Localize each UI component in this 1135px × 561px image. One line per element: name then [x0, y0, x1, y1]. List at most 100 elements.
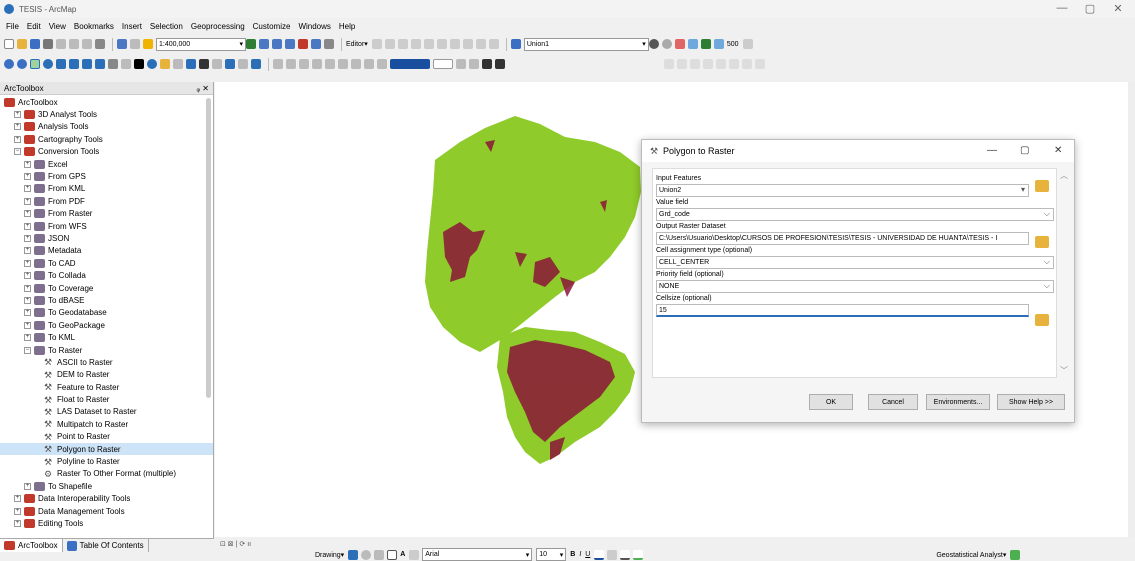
- full-extent-icon[interactable]: [43, 59, 53, 69]
- zoom-out-icon[interactable]: [17, 59, 27, 69]
- fixed-zoom-out-icon[interactable]: [69, 59, 79, 69]
- toolbox-tree-item[interactable]: + To KML: [0, 331, 213, 343]
- output-raster-field[interactable]: C:\Users\Usuario\Desktop\CURSOS DE PROFE…: [656, 232, 1029, 245]
- italic-button[interactable]: I: [579, 551, 581, 558]
- redo-icon[interactable]: [130, 39, 140, 49]
- toolbox-tree-item[interactable]: + To Geodatabase: [0, 307, 213, 319]
- expand-icon[interactable]: +: [14, 123, 21, 131]
- folder-open-icon[interactable]: [1035, 180, 1049, 192]
- find-icon[interactable]: [199, 59, 209, 69]
- georef-tool-5-icon[interactable]: [325, 59, 335, 69]
- close-button[interactable]: ✕: [1104, 2, 1132, 15]
- geostat-icon[interactable]: [1010, 549, 1021, 560]
- chevron-down-icon[interactable]: ⌵: [1044, 281, 1050, 291]
- expand-icon[interactable]: +: [24, 259, 31, 267]
- toolbox-tree-item[interactable]: + From Raster: [0, 208, 213, 220]
- toolbox-tree-item[interactable]: + Editing Tools: [0, 517, 213, 529]
- priority-field-select[interactable]: NONE ⌵: [656, 280, 1054, 293]
- marker-color-icon[interactable]: [633, 549, 644, 560]
- georef-tool-8-icon[interactable]: [364, 59, 374, 69]
- toolbox-tree-item[interactable]: + To dBASE: [0, 294, 213, 306]
- menu-file[interactable]: File: [6, 22, 19, 31]
- toolbox-tree-item[interactable]: ⚒ Multipatch to Raster: [0, 418, 213, 430]
- cancel-button[interactable]: Cancel: [868, 394, 918, 410]
- menu-bookmarks[interactable]: Bookmarks: [74, 22, 114, 31]
- expand-icon[interactable]: +: [24, 321, 31, 329]
- expand-icon[interactable]: +: [24, 173, 31, 181]
- toolbox-tree-item[interactable]: + From KML: [0, 183, 213, 195]
- menu-customize[interactable]: Customize: [253, 22, 291, 31]
- underline-button[interactable]: U: [585, 551, 590, 558]
- table-icon[interactable]: [259, 39, 269, 49]
- split-tool-icon[interactable]: [436, 39, 447, 49]
- effects-icon[interactable]: [713, 39, 724, 49]
- input-features-field[interactable]: Union2 ▾: [656, 184, 1029, 197]
- expand-icon[interactable]: +: [14, 111, 21, 119]
- expand-icon[interactable]: +: [24, 234, 31, 242]
- environments-button[interactable]: Environments...: [926, 394, 990, 410]
- print-icon[interactable]: [43, 39, 53, 49]
- fixed-zoom-in-icon[interactable]: [56, 59, 66, 69]
- toolbox-tree-item[interactable]: − To Raster: [0, 344, 213, 356]
- pin-close-icon[interactable]: ᵩ ✕: [197, 84, 209, 93]
- expand-icon[interactable]: +: [24, 197, 31, 205]
- dialog-close-button[interactable]: ✕: [1054, 145, 1062, 156]
- toolbox-tree-item[interactable]: ⚙ Raster To Other Format (multiple): [0, 468, 213, 480]
- viewer-icon[interactable]: [251, 59, 261, 69]
- rotate-icon[interactable]: [361, 549, 372, 560]
- toolbox-tree-item[interactable]: ⚒ Feature to Raster: [0, 381, 213, 393]
- rectangle-icon[interactable]: [387, 549, 398, 560]
- georef-tool-3-icon[interactable]: [299, 59, 309, 69]
- scroll-up-icon[interactable]: ︿: [1060, 170, 1068, 181]
- georef-tool-9-icon[interactable]: [377, 59, 387, 69]
- editor-toolbar-icon[interactable]: [246, 39, 256, 49]
- create-features-icon[interactable]: [488, 39, 499, 49]
- topology-tool-5-icon[interactable]: [716, 59, 726, 69]
- draw-tool-icon[interactable]: [456, 59, 466, 69]
- toolbox-tree-item[interactable]: + Metadata: [0, 245, 213, 257]
- tab-arctoolbox[interactable]: ArcToolbox: [0, 539, 63, 552]
- straight-segment-icon[interactable]: [397, 39, 408, 49]
- toolbox-tree-item[interactable]: + From PDF: [0, 195, 213, 207]
- expand-icon[interactable]: +: [24, 185, 31, 193]
- cellsize-input[interactable]: 15: [656, 304, 1029, 317]
- delete-icon[interactable]: [95, 39, 105, 49]
- georef-tool-2-icon[interactable]: [286, 59, 296, 69]
- paste-icon[interactable]: [82, 39, 92, 49]
- toolbox-tree-item[interactable]: + To CAD: [0, 257, 213, 269]
- html-popup-icon[interactable]: [173, 59, 183, 69]
- expand-icon[interactable]: +: [24, 247, 31, 255]
- menu-geoprocessing[interactable]: Geoprocessing: [191, 22, 245, 31]
- undo-icon[interactable]: [117, 39, 127, 49]
- select-elements-icon[interactable]: [348, 549, 359, 560]
- map-status-text[interactable]: ⊡ ⊠ | ⟳ ıı: [220, 540, 251, 548]
- menu-edit[interactable]: Edit: [27, 22, 41, 31]
- open-icon[interactable]: [17, 39, 27, 49]
- topology-tool-8-icon[interactable]: [755, 59, 765, 69]
- topology-tool-4-icon[interactable]: [703, 59, 713, 69]
- python-icon[interactable]: [311, 39, 321, 49]
- map-vertical-scrollbar[interactable]: [1128, 82, 1135, 537]
- expand-icon[interactable]: +: [24, 272, 31, 280]
- collapse-icon[interactable]: −: [14, 148, 21, 156]
- add-data-icon[interactable]: [143, 39, 153, 49]
- topology-tool-3-icon[interactable]: [690, 59, 700, 69]
- toolbox-tree-item[interactable]: + Data Interoperability Tools: [0, 493, 213, 505]
- pan-icon[interactable]: [30, 59, 40, 69]
- clear-selection-icon[interactable]: [121, 59, 131, 69]
- maximize-button[interactable]: ▢: [1076, 2, 1104, 15]
- menu-windows[interactable]: Windows: [298, 22, 330, 31]
- chevron-down-icon[interactable]: ▾: [1021, 185, 1025, 194]
- toolbox-tree-item[interactable]: ArcToolbox: [0, 96, 213, 108]
- cell-assignment-select[interactable]: CELL_CENTER ⌵: [656, 256, 1054, 269]
- menu-insert[interactable]: Insert: [122, 22, 142, 31]
- cut-icon[interactable]: [56, 39, 66, 49]
- toolbox-tree-item[interactable]: ⚒ Polyline to Raster: [0, 455, 213, 467]
- tab-table-of-contents[interactable]: Table Of Contents: [63, 539, 149, 552]
- toolbox-tree-item[interactable]: ⚒ Point to Raster: [0, 431, 213, 443]
- expand-icon[interactable]: +: [24, 284, 31, 292]
- toolbox-tree-item[interactable]: + To Coverage: [0, 282, 213, 294]
- geostatistical-analyst-menu[interactable]: Geostatistical Analyst▾: [936, 551, 1006, 559]
- chevron-down-icon[interactable]: ⌵: [1044, 257, 1050, 267]
- font-combo[interactable]: Arial ▾: [422, 548, 533, 561]
